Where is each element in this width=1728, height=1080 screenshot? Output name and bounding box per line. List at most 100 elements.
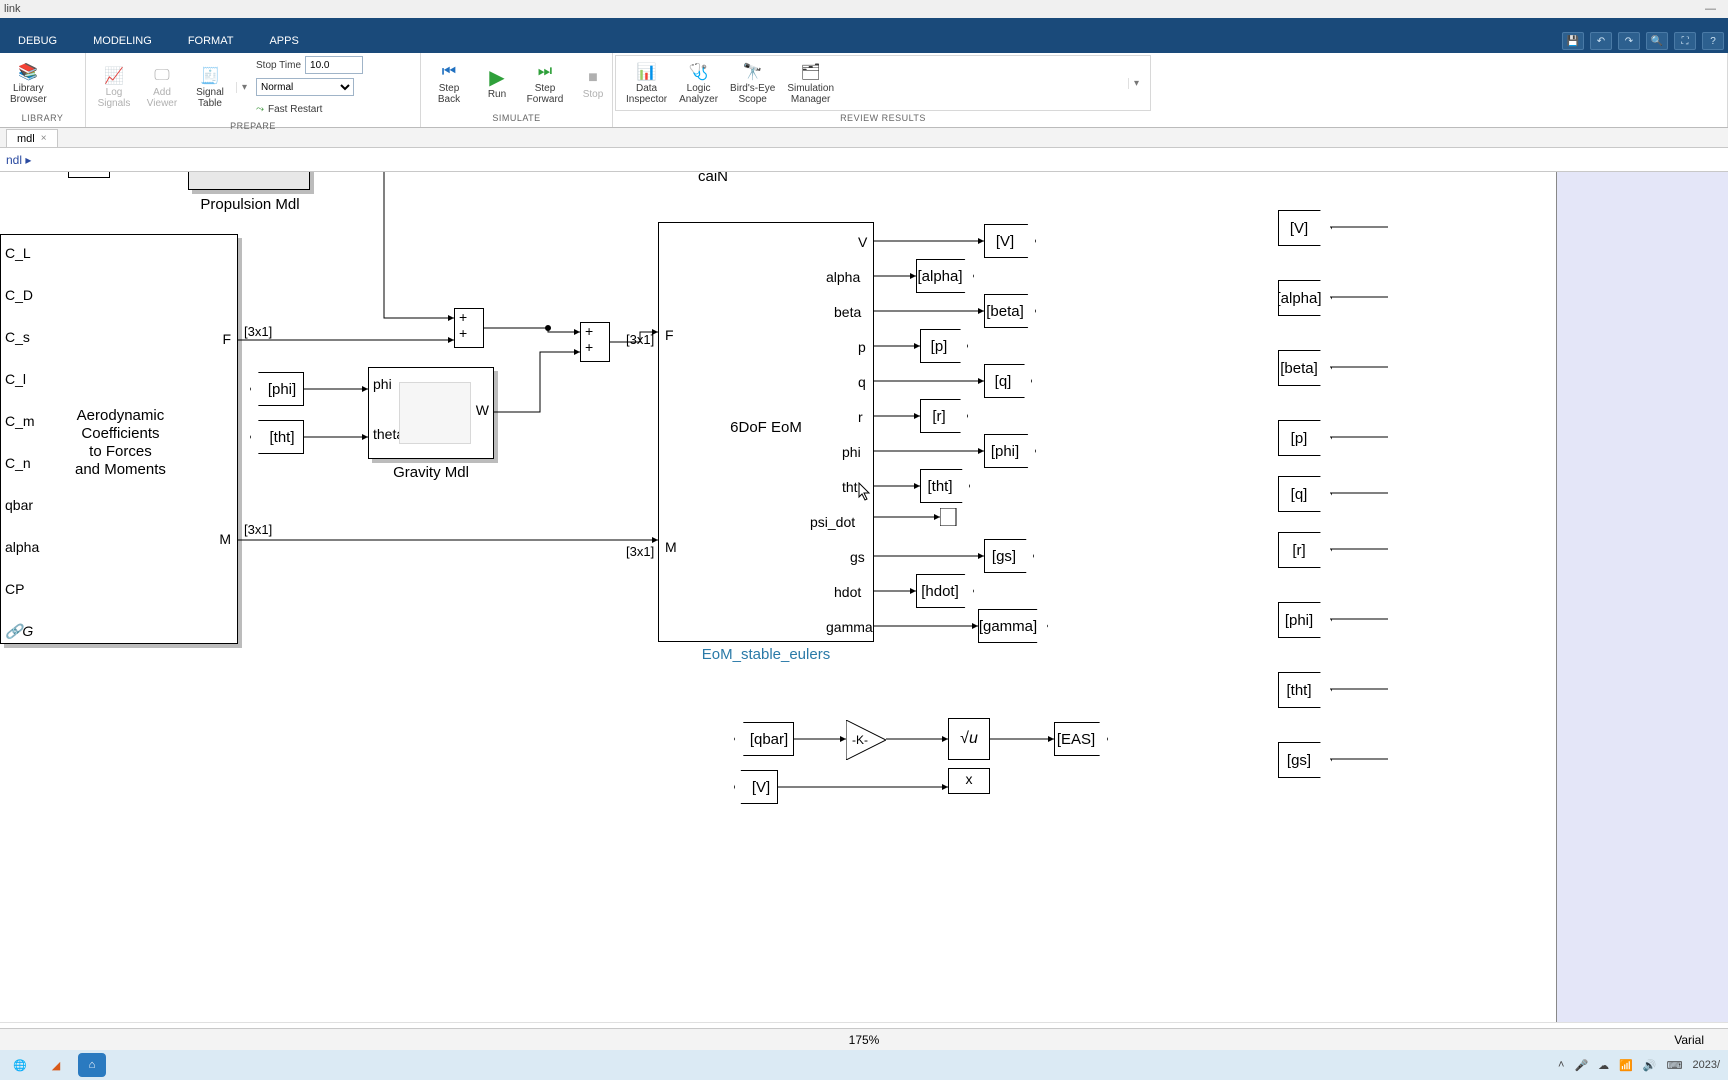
goto-q[interactable]: [q]	[984, 364, 1032, 398]
label-cain: caiN	[698, 172, 728, 185]
window-titlebar: link —	[0, 0, 1728, 18]
tab-debug[interactable]: DEBUG	[0, 29, 75, 53]
birds-eye-button[interactable]: 🔭 Bird's-Eye Scope	[726, 59, 779, 107]
goto-p[interactable]: [p]	[920, 329, 968, 363]
aero-title: Aerodynamic Coefficients to Forces and M…	[75, 407, 166, 479]
goto-gamma[interactable]: [gamma]	[978, 609, 1048, 643]
system-tray: ˄ 🎤 ☁ 📶 🔊 ⌨ 2023/	[1558, 1059, 1720, 1072]
eom-out-p: p	[858, 339, 866, 355]
stop-button: ■ Stop	[571, 65, 615, 102]
group-library-caption: LIBRARY	[0, 113, 85, 127]
model-canvas-area: caiN Propulsion Mdl Aerodynamic Coeffici…	[0, 172, 1728, 1022]
tray-wifi-icon[interactable]: 📶	[1619, 1059, 1633, 1072]
port-cm: C_m	[5, 413, 35, 429]
ribbon: 📚 Library Browser LIBRARY 📈 Log Signals …	[0, 53, 1728, 128]
goto-phi[interactable]: [phi]	[984, 434, 1036, 468]
goto-r[interactable]: [r]	[920, 399, 968, 433]
terminator-psi[interactable]	[940, 508, 964, 526]
review-expand[interactable]: ▾	[1128, 78, 1144, 89]
document-tabs: mdl×	[0, 128, 1728, 148]
window-minimize[interactable]: —	[1705, 0, 1716, 18]
quick-help-icon[interactable]: ?	[1702, 32, 1724, 50]
goto-gs[interactable]: [gs]	[984, 539, 1034, 573]
document-tab-mdl[interactable]: mdl×	[6, 129, 58, 147]
quick-save-icon[interactable]: 💾	[1562, 32, 1584, 50]
gravity-block[interactable]: phi theta W	[368, 367, 494, 459]
taskbar-edge-icon[interactable]: 🌐	[6, 1053, 34, 1077]
product-block[interactable]: x	[948, 768, 990, 794]
port-qbar: qbar	[5, 497, 33, 513]
play-icon: ▶	[486, 67, 508, 89]
side-panel	[1556, 172, 1728, 1022]
tray-chevron-icon[interactable]: ˄	[1558, 1059, 1564, 1071]
tray-mic-icon[interactable]: 🎤	[1574, 1059, 1588, 1072]
tab-apps[interactable]: APPS	[251, 29, 316, 53]
tab-format[interactable]: FORMAT	[170, 29, 252, 53]
tray-ime-icon[interactable]: ⌨	[1667, 1059, 1683, 1072]
port-cp: CP	[5, 581, 24, 597]
logic-analyzer-button[interactable]: 🩺 Logic Analyzer	[675, 59, 722, 107]
propulsion-label: Propulsion Mdl	[190, 196, 310, 213]
sqrt-block[interactable]: √u	[948, 718, 990, 760]
taskbar-matlab-icon[interactable]: ◢	[42, 1053, 70, 1077]
stop-time-label: Stop Time	[256, 60, 301, 71]
manager-icon: 🗂	[800, 61, 822, 83]
goto-tht[interactable]: [tht]	[920, 469, 970, 503]
from-tht-tag[interactable]: [tht]	[250, 420, 304, 454]
breadcrumb[interactable]: ndl ▸	[0, 148, 1728, 172]
prepare-expand[interactable]: ▾	[236, 82, 252, 93]
propulsion-block[interactable]	[188, 172, 310, 190]
data-inspector-button[interactable]: 📊 Data Inspector	[622, 59, 671, 107]
goto-alpha[interactable]: [alpha]	[916, 259, 974, 293]
fast-restart-icon[interactable]: ⤳	[256, 104, 264, 115]
step-back-button[interactable]: ⏮ Step Back	[427, 59, 471, 107]
quick-fullscreen-icon[interactable]: ⛶	[1674, 32, 1696, 50]
eom-in-F: F	[665, 327, 674, 343]
port-cl: C_L	[5, 245, 31, 261]
eom-out-hdot: hdot	[834, 584, 861, 600]
from-phi-tag[interactable]: [phi]	[250, 372, 304, 406]
quick-redo-icon[interactable]: ↷	[1618, 32, 1640, 50]
eom-out-gs: gs	[850, 549, 865, 565]
tray-onedrive-icon[interactable]: ☁	[1598, 1059, 1609, 1072]
eom-out-psi_dot: psi_dot	[810, 514, 855, 530]
from-qbar[interactable]: [qbar]	[734, 722, 794, 756]
quick-search-icon[interactable]: 🔍	[1646, 32, 1668, 50]
model-canvas[interactable]: caiN Propulsion Mdl Aerodynamic Coeffici…	[0, 172, 1728, 1022]
dim-F: [3x1]	[244, 324, 272, 339]
eom-block[interactable]: 6DoF EoM F M	[658, 222, 874, 642]
port-F: F	[222, 331, 231, 347]
signal-table-button[interactable]: 🧾 Signal Table	[188, 63, 232, 111]
aero-link-glyph: 🔗G	[5, 623, 33, 640]
stop-time-input[interactable]	[305, 56, 363, 74]
tab-modeling[interactable]: MODELING	[75, 29, 170, 53]
eom-out-gamma: gamma	[826, 619, 873, 635]
run-button[interactable]: ▶ Run	[475, 65, 519, 102]
sum1-block[interactable]: ++	[454, 308, 484, 348]
goto-V[interactable]: [V]	[984, 224, 1036, 258]
sim-mode-select[interactable]: Normal	[256, 78, 354, 96]
tray-volume-icon[interactable]: 🔊	[1643, 1059, 1657, 1072]
eom-title: 6DoF EoM	[659, 419, 873, 436]
taskbar-app-icon[interactable]: ⌂	[78, 1053, 106, 1077]
fast-restart-label[interactable]: Fast Restart	[268, 104, 322, 115]
sum2-block[interactable]: ++	[580, 322, 610, 362]
close-tab-icon[interactable]: ×	[41, 133, 47, 144]
grav-in-phi: phi	[373, 376, 392, 392]
svg-text:-K-: -K-	[852, 733, 868, 747]
stop-icon: ■	[582, 67, 604, 89]
step-forward-button[interactable]: ⏭ Step Forward	[523, 59, 567, 107]
quick-undo-icon[interactable]: ↶	[1590, 32, 1612, 50]
logic-icon: 🩺	[688, 61, 710, 83]
goto-beta[interactable]: [beta]	[984, 294, 1036, 328]
aero-block[interactable]: Aerodynamic Coefficients to Forces and M…	[0, 234, 238, 644]
gain-block[interactable]: -K-	[846, 720, 886, 760]
sim-manager-button[interactable]: 🗂 Simulation Manager	[783, 59, 838, 107]
dim-M: [3x1]	[244, 522, 272, 537]
unnamed-block[interactable]	[68, 172, 110, 178]
library-browser-button[interactable]: 📚 Library Browser	[6, 59, 51, 107]
tray-clock[interactable]: 2023/	[1692, 1059, 1720, 1071]
goto-EAS[interactable]: [EAS]	[1054, 722, 1108, 756]
goto-hdot[interactable]: [hdot]	[916, 574, 974, 608]
from-V2[interactable]: [V]	[734, 770, 778, 804]
